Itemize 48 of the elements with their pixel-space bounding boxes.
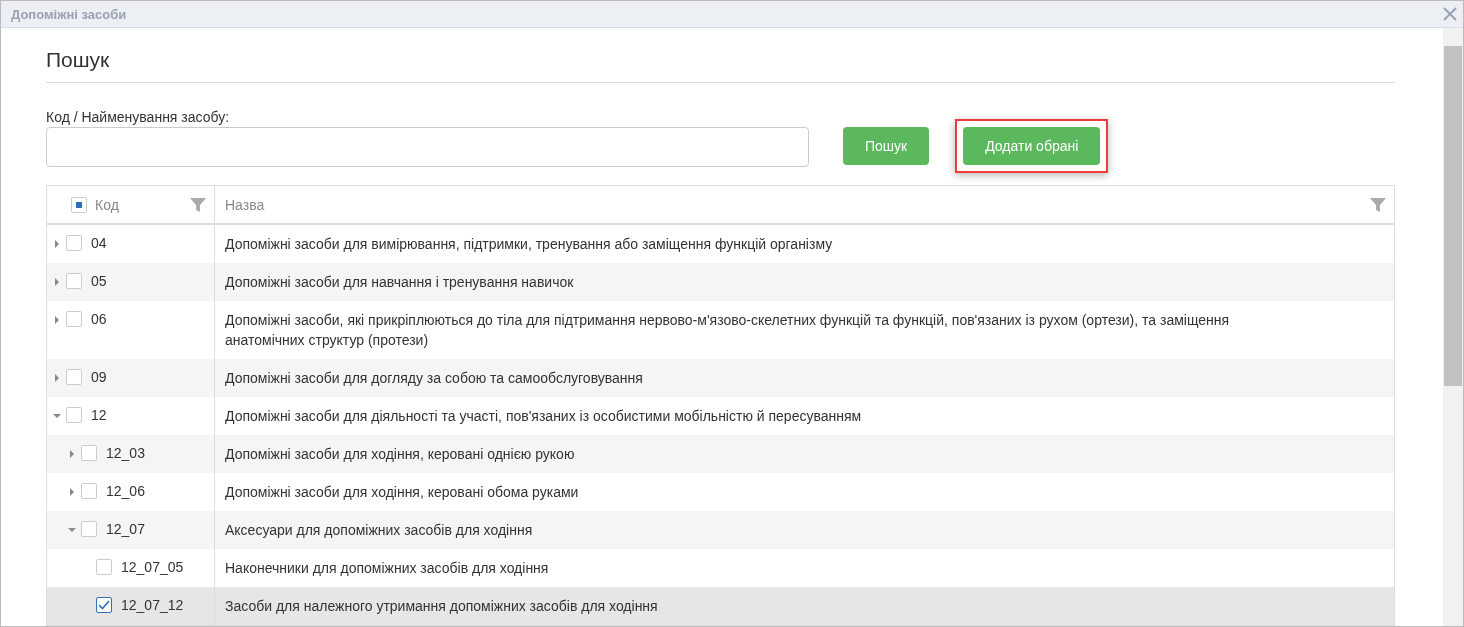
name-text: Допоміжні засоби для навчання і тренування навичок xyxy=(224,273,575,292)
caret-icon[interactable] xyxy=(68,450,76,458)
table-row[interactable]: 12_07 Аксесуари для допоміжних засобів для ходіння xyxy=(47,511,1394,549)
caret-icon[interactable] xyxy=(53,374,61,382)
caret-icon[interactable] xyxy=(68,526,76,534)
field-label: Код / Найменування засобу: xyxy=(46,109,231,125)
code-text: 09 xyxy=(91,369,107,385)
window-title: Допоміжні засоби xyxy=(11,6,127,22)
close-icon[interactable] xyxy=(1443,7,1457,21)
code-text: 12_06 xyxy=(106,483,145,499)
table-row[interactable]: 12_07_12 Засоби для належного утримання допоміжних засобів для ходіння xyxy=(47,587,1394,625)
table-row[interactable]: 05 Допоміжні засоби для навчання і тренування навичок xyxy=(47,263,1394,301)
section-heading: Пошук xyxy=(46,48,1395,83)
caret-icon[interactable] xyxy=(53,412,61,420)
code-text: 12_07_05 xyxy=(121,559,184,575)
code-text: 12_07 xyxy=(106,521,145,537)
name-text: Допоміжні засоби для ходіння, керовані однією рукою xyxy=(224,445,576,464)
caret-icon[interactable] xyxy=(53,240,61,248)
column-header[interactable]: Код xyxy=(47,186,215,223)
name-text: Засоби для належного утримання допоміжних засобів для ходіння xyxy=(224,597,659,616)
code-text: 05 xyxy=(91,273,107,289)
name-text: Допоміжні засоби для догляду за собою та самообслуговування xyxy=(224,369,644,388)
table-row[interactable]: 12_03 Допоміжні засоби для ходіння, керовані однією рукою xyxy=(47,435,1394,473)
column-title: Назва xyxy=(225,196,266,213)
column-header[interactable]: Назва xyxy=(215,186,1394,223)
filter-icon[interactable] xyxy=(1370,196,1386,213)
scrollbar[interactable] xyxy=(1443,28,1463,626)
column-title: Код xyxy=(95,196,120,213)
indeterminate-icon xyxy=(76,201,82,208)
name-text: Допоміжні засоби, які прикріплюються до тіла для підтримання нервово-м'язово-скелетних функцій та функцій, пов'язаних із рухом (ортези), та заміщення анатомічних структур (протези) xyxy=(224,311,1231,350)
name-text: Наконечники для допоміжних засобів для ходіння xyxy=(224,559,550,578)
table-row[interactable]: 09 Допоміжні засоби для догляду за собою та самообслуговування xyxy=(47,359,1394,397)
name-text: Допоміжні засоби для ходіння, керовані обома руками xyxy=(224,483,580,502)
name-text: Допоміжні засоби для діяльності та участі, пов'язаних із особистими мобільністю й пересуванням xyxy=(224,407,863,426)
caret-icon[interactable] xyxy=(53,316,61,324)
name-text: Допоміжні засоби для вимірювання, підтримки, тренування або заміщення функцій організму xyxy=(224,235,834,254)
caret-icon[interactable] xyxy=(68,488,76,496)
code-text: 12_07_12 xyxy=(121,597,184,613)
code-text: 06 xyxy=(91,311,107,327)
filter-icon[interactable] xyxy=(190,196,206,213)
code-text: 12_03 xyxy=(106,445,145,461)
search-field[interactable] xyxy=(46,127,809,167)
header-checkbox[interactable] xyxy=(71,196,87,213)
code-text: 04 xyxy=(91,235,107,251)
code-text: 12 xyxy=(91,407,107,423)
row-checkbox[interactable] xyxy=(96,597,112,613)
name-text: Аксесуари для допоміжних засобів для ходіння xyxy=(224,521,534,540)
caret-icon[interactable] xyxy=(53,278,61,286)
